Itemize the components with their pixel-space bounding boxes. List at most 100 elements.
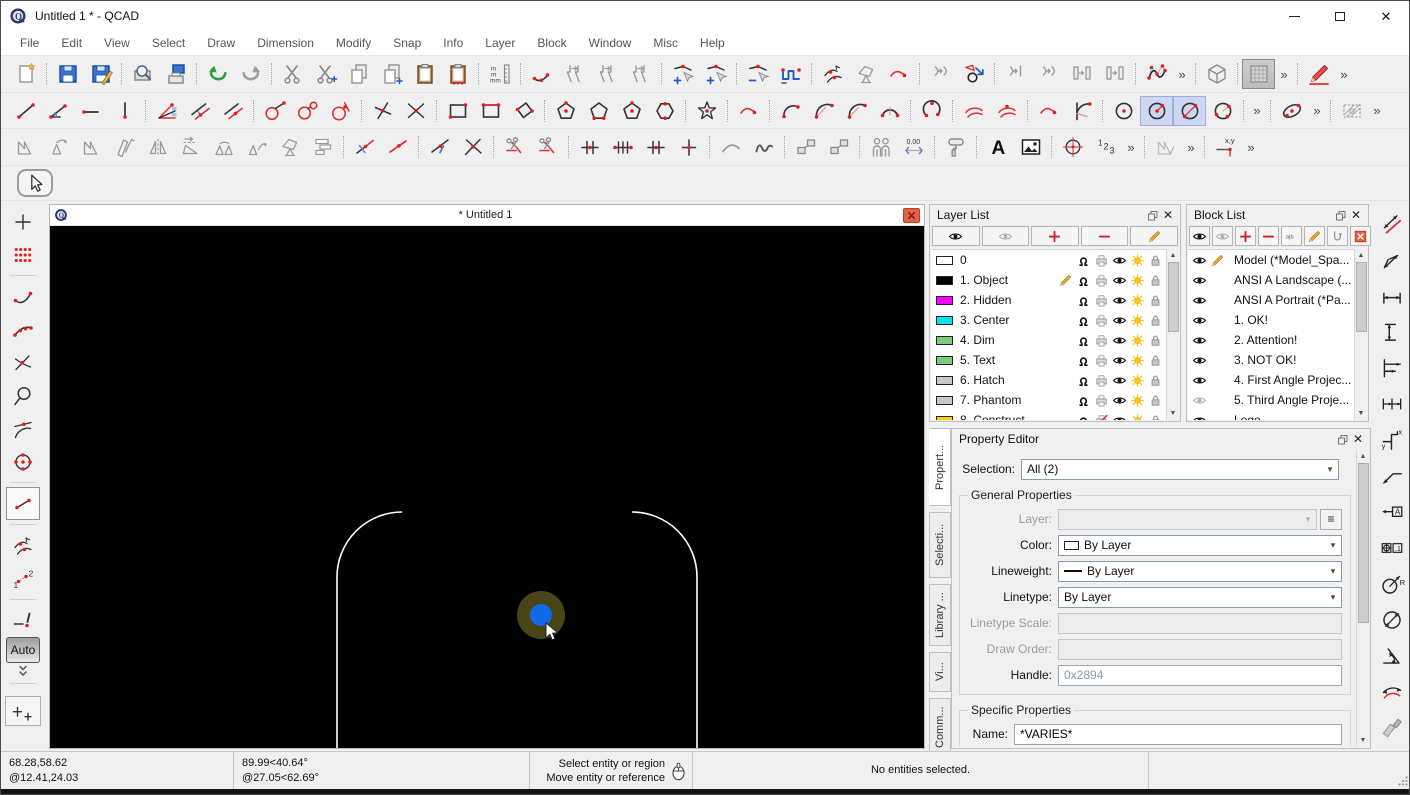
mdi-title-bar[interactable]: Q * Untitled 1	[50, 205, 924, 226]
menu-dimension[interactable]: Dimension	[246, 32, 325, 54]
polyline-from-segments-button[interactable]	[558, 59, 591, 89]
block-row[interactable]: ANSI A Portrait (*Pa...	[1188, 290, 1354, 310]
line-angle-button[interactable]	[42, 96, 75, 126]
scroll-up-icon[interactable]: ▲	[1167, 249, 1179, 262]
restrict-orthogonal-button[interactable]	[5, 696, 41, 726]
layer-row[interactable]: 3. Center	[931, 310, 1166, 330]
insert-image-button[interactable]	[1014, 132, 1047, 162]
line-orthogonal-tangent-button[interactable]	[324, 96, 357, 126]
arc-blend-button[interactable]	[1032, 96, 1065, 126]
line-horizontal-button[interactable]	[75, 96, 108, 126]
layer-row[interactable]: 6. Hatch	[931, 370, 1166, 390]
polygon-diameter-button[interactable]	[648, 96, 681, 126]
break-out-manual-button[interactable]	[606, 132, 639, 162]
scrollbar-thumb[interactable]	[1355, 262, 1367, 332]
menu-draw[interactable]: Draw	[196, 32, 246, 54]
scrollbar-thumb[interactable]	[1167, 262, 1179, 332]
scroll-up-icon[interactable]: ▲	[1355, 249, 1367, 262]
arc-concentric-button[interactable]	[873, 96, 906, 126]
rectangle-2-points-button[interactable]	[441, 96, 474, 126]
scroll-down-icon[interactable]: ▼	[1357, 734, 1369, 747]
dimension-style-button[interactable]: 0.00	[897, 132, 930, 162]
menu-layer[interactable]: Layer	[474, 32, 526, 54]
menu-block[interactable]: Block	[526, 32, 577, 54]
layer-list-scrollbar[interactable]: ▲ ▼	[1166, 249, 1179, 420]
save-as-button[interactable]	[84, 59, 117, 89]
break-gap-button[interactable]	[639, 132, 672, 162]
text-button[interactable]: A	[981, 132, 1014, 162]
dock-tab-4[interactable]: Comm...	[929, 698, 951, 756]
arc-tangent-button[interactable]	[840, 96, 873, 126]
lineweight-combo[interactable]: By Layer ▾	[1058, 560, 1342, 582]
menu-modify[interactable]: Modify	[325, 32, 382, 54]
layer-row[interactable]: 7. Phantom	[931, 390, 1166, 410]
match-properties-2-button[interactable]	[1098, 59, 1131, 89]
polygon-corner-corner-button[interactable]	[582, 96, 615, 126]
block-row[interactable]: 2. Attention!	[1188, 330, 1354, 350]
rectangle-size-button[interactable]	[474, 96, 507, 126]
offset-move-button[interactable]	[822, 132, 855, 162]
circle-2-points-button[interactable]	[1140, 95, 1173, 126]
block-row[interactable]: Logo	[1188, 410, 1354, 420]
cut-with-reference-button[interactable]	[309, 59, 342, 89]
snap-tangential-button[interactable]	[6, 412, 40, 445]
stretch-button[interactable]	[9, 132, 42, 162]
snap-endpoints-button[interactable]	[6, 280, 40, 313]
circle-3-points-button[interactable]	[1206, 96, 1239, 126]
dim-aligned-button[interactable]	[1375, 206, 1409, 242]
overflow-9-button[interactable]: »	[1242, 132, 1260, 162]
splice-button[interactable]	[672, 132, 705, 162]
freehand-button[interactable]	[747, 132, 780, 162]
layer-list-close-button[interactable]: ✕	[1160, 207, 1176, 223]
dock-tab-3[interactable]: Vi...	[929, 652, 951, 692]
hatch-button[interactable]	[1335, 96, 1368, 126]
property-editor-scrollbar[interactable]: ▲ ▼	[1356, 450, 1369, 747]
shape-transform-button[interactable]	[957, 59, 990, 89]
stretch-gray-button[interactable]	[1149, 132, 1182, 162]
name-input[interactable]	[1014, 723, 1342, 745]
menu-snap[interactable]: Snap	[382, 32, 432, 54]
grid-toggle-button[interactable]	[1242, 59, 1275, 89]
scroll-down-icon[interactable]: ▼	[1167, 407, 1179, 420]
line-bisector-button[interactable]	[150, 96, 183, 126]
project-button[interactable]	[174, 132, 207, 162]
line-vertical-button[interactable]	[108, 96, 141, 126]
dim-ordinate-button[interactable]: xy	[1375, 422, 1409, 458]
show-all-blocks-button[interactable]	[1189, 226, 1210, 246]
dim-horizontal-button[interactable]	[1375, 278, 1409, 314]
arc-tangent-line-button[interactable]	[1065, 96, 1098, 126]
vertex-remove-button[interactable]	[741, 59, 774, 89]
block-list-scrollbar[interactable]: ▲ ▼	[1354, 249, 1367, 420]
property-editor-float-button[interactable]	[1334, 431, 1350, 447]
linetype-combo[interactable]: By Layer ▾	[1058, 586, 1342, 608]
rotate-two-button[interactable]	[207, 132, 240, 162]
selected-reference-point[interactable]	[530, 604, 552, 626]
dim-radial-button[interactable]: R	[1375, 566, 1409, 602]
line-parallel-button[interactable]	[216, 96, 249, 126]
dim-label-button[interactable]: A	[1375, 494, 1409, 530]
arc-parallel-button[interactable]	[957, 96, 990, 126]
drawing-entity-left[interactable]	[336, 511, 403, 748]
menu-misc[interactable]: Misc	[642, 32, 689, 54]
menu-view[interactable]: View	[93, 32, 141, 54]
ellipse-button[interactable]	[1275, 96, 1308, 126]
drawing-canvas[interactable]	[50, 226, 924, 748]
dock-tab-1[interactable]: Selecti...	[929, 512, 951, 578]
polygon-side-button[interactable]	[615, 96, 648, 126]
round-corner-button[interactable]	[714, 132, 747, 162]
dock-tab-0[interactable]: Propert...	[929, 428, 951, 506]
circle-2-points-diameter-button[interactable]	[1173, 95, 1206, 126]
layer-row[interactable]: 8. Construct...	[931, 410, 1166, 420]
layer-row[interactable]: 0	[931, 250, 1166, 270]
overflow-3-button[interactable]: »	[1335, 59, 1353, 89]
divide-button[interactable]	[423, 132, 456, 162]
overflow-6-button[interactable]: »	[1368, 96, 1386, 126]
menu-info[interactable]: Info	[432, 32, 474, 54]
block-row[interactable]: 1. OK!	[1188, 310, 1354, 330]
line-tangent-2-circles-button[interactable]	[291, 96, 324, 126]
block-row[interactable]: 3. NOT OK!	[1188, 350, 1354, 370]
layer-menu-button[interactable]: ≡	[1320, 508, 1342, 530]
add-block-button[interactable]	[1235, 226, 1256, 246]
handle-input[interactable]	[1058, 664, 1342, 686]
lengthen-distance-button[interactable]	[381, 132, 414, 162]
